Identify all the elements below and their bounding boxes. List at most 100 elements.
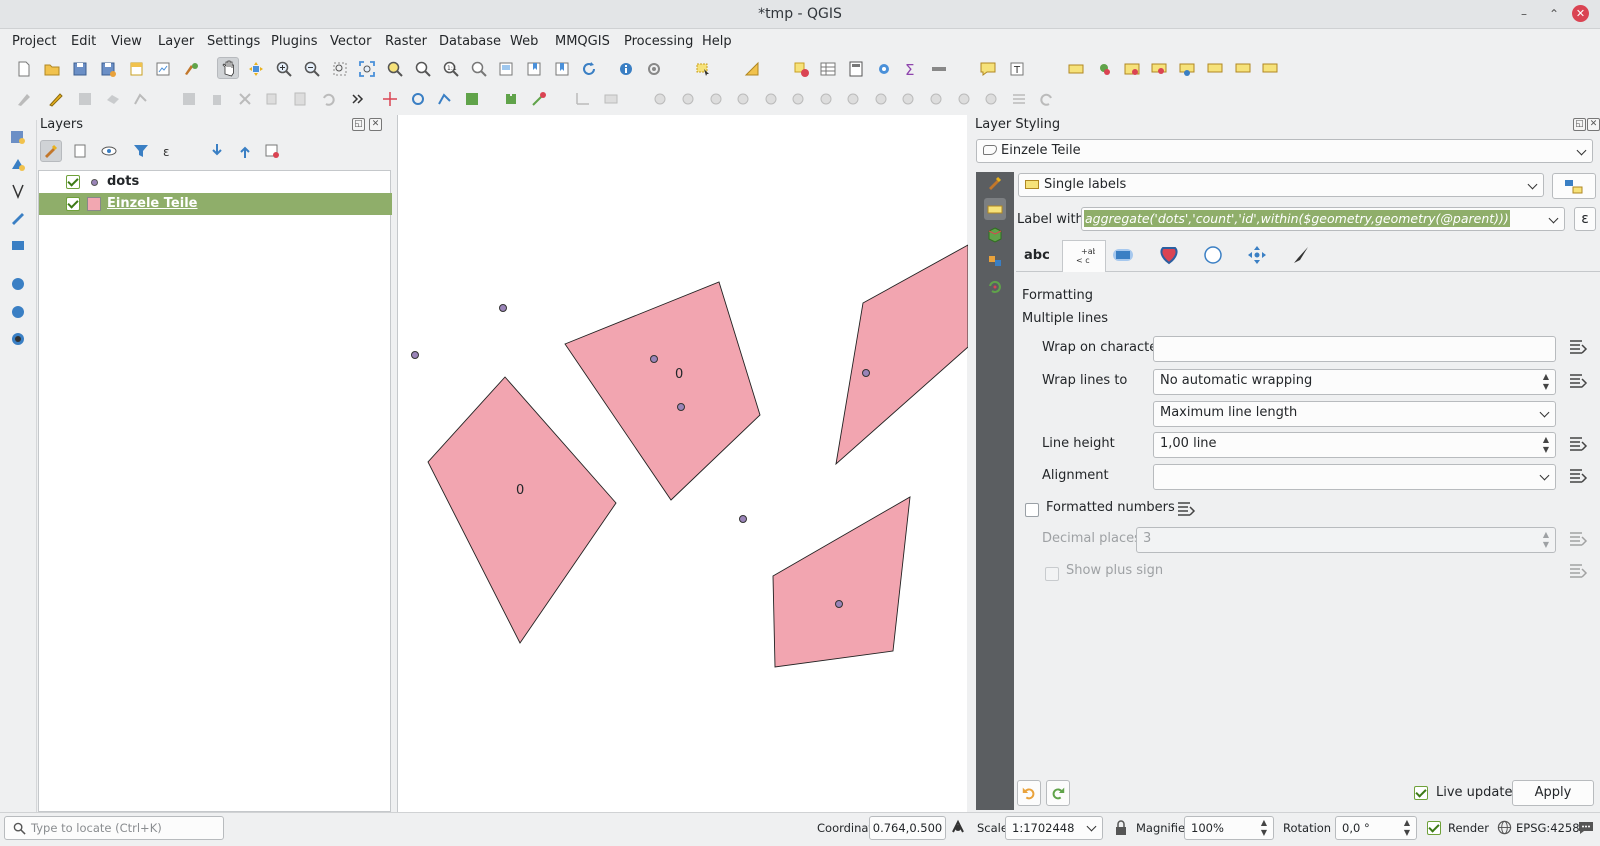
- processing-toolbox-icon[interactable]: [873, 58, 895, 80]
- new-project-icon[interactable]: [13, 58, 35, 80]
- cut-features-icon[interactable]: [234, 88, 256, 110]
- buffer-tab[interactable]: [1112, 245, 1134, 265]
- select-by-value-icon[interactable]: [741, 58, 763, 80]
- menu-database[interactable]: Database: [435, 29, 505, 54]
- scale-combo[interactable]: 1:1702448: [1005, 816, 1103, 840]
- add-group-icon[interactable]: [69, 140, 91, 162]
- new-map-view-icon[interactable]: [495, 58, 517, 80]
- merge-features-icon[interactable]: [705, 88, 727, 110]
- bookmark-icon[interactable]: [523, 58, 545, 80]
- locator-search-input[interactable]: Type to locate (Ctrl+K): [4, 816, 224, 840]
- magnifier-spinbox[interactable]: 100% ▲ ▼: [1184, 816, 1274, 840]
- layer-visibility-checkbox[interactable]: [66, 175, 80, 189]
- placement-tab[interactable]: [1290, 245, 1312, 265]
- plugin-tool-icon[interactable]: [528, 88, 550, 110]
- data-defined-override-button[interactable]: [1567, 372, 1589, 392]
- select-features-icon[interactable]: [692, 58, 714, 80]
- zoom-to-layer-icon[interactable]: [412, 58, 434, 80]
- data-defined-override-button[interactable]: [1567, 562, 1589, 582]
- spin-up-icon[interactable]: ▲: [1259, 818, 1269, 828]
- wcs-layer-icon[interactable]: [7, 328, 29, 350]
- plugin-puzzle-icon[interactable]: [500, 88, 522, 110]
- data-defined-override-button[interactable]: [1567, 338, 1589, 358]
- crs-button[interactable]: [1497, 820, 1512, 835]
- shadow-tab[interactable]: [1246, 245, 1268, 265]
- spin-down-icon[interactable]: ▼: [1259, 828, 1269, 838]
- background-tab[interactable]: [1202, 245, 1224, 265]
- mask-tab[interactable]: [1158, 245, 1180, 265]
- menu-layer[interactable]: Layer: [154, 29, 198, 54]
- remove-layer-icon[interactable]: [261, 140, 283, 162]
- symbology-tab-icon[interactable]: [984, 172, 1006, 194]
- pin-labels-icon[interactable]: [1093, 58, 1115, 80]
- save-as-icon[interactable]: [97, 58, 119, 80]
- 3d-view-tab-icon[interactable]: [984, 224, 1006, 246]
- measure-icon[interactable]: [928, 58, 950, 80]
- rotate-label-icon[interactable]: [1176, 58, 1198, 80]
- identify-icon[interactable]: [615, 58, 637, 80]
- menu-view[interactable]: View: [107, 29, 146, 54]
- formatted-numbers-checkbox[interactable]: [1025, 503, 1039, 517]
- advanced-digitizing-icon[interactable]: [379, 88, 401, 110]
- text-annotation-icon[interactable]: T: [1006, 58, 1028, 80]
- float-panel-icon[interactable]: ◱: [1573, 118, 1586, 131]
- spin-up-icon[interactable]: ▲: [1541, 530, 1551, 540]
- coordinate-field[interactable]: 0.764,0.500: [869, 816, 946, 840]
- rotate-point-icon[interactable]: [760, 88, 782, 110]
- zoom-rubberband-icon[interactable]: [329, 58, 351, 80]
- data-defined-override-button[interactable]: [1567, 435, 1589, 455]
- wrap-on-character-input[interactable]: [1153, 336, 1556, 362]
- undo-icon[interactable]: [317, 88, 339, 110]
- add-vector-icon[interactable]: [7, 153, 29, 175]
- zoom-out-icon[interactable]: [301, 58, 323, 80]
- label-expression-value[interactable]: aggregate('dots','count','id',within($ge…: [1084, 210, 1510, 227]
- wrap-length-mode-combo[interactable]: Maximum line length: [1153, 401, 1556, 427]
- masks-tab-icon[interactable]: [984, 250, 1006, 272]
- zoom-to-selection-icon[interactable]: [384, 58, 406, 80]
- expression-builder-button[interactable]: ε: [1574, 207, 1596, 231]
- crs-label[interactable]: EPSG:4258: [1516, 821, 1580, 835]
- live-update-checkbox[interactable]: [1414, 786, 1428, 800]
- show-plus-sign-checkbox[interactable]: [1045, 567, 1059, 581]
- spin-down-icon[interactable]: ▼: [1541, 382, 1551, 392]
- layer-select-combo[interactable]: Einzele Teile: [976, 139, 1593, 163]
- close-panel-icon[interactable]: ✕: [1587, 118, 1600, 131]
- run-action-icon[interactable]: [643, 58, 665, 80]
- undo-style-button[interactable]: [1017, 780, 1041, 806]
- menu-help[interactable]: Help: [698, 29, 736, 54]
- show-hide-labels-icon[interactable]: [1232, 58, 1254, 80]
- menu-vector[interactable]: Vector: [326, 29, 375, 54]
- close-window-button[interactable]: ✕: [1572, 5, 1589, 22]
- more-tools-icon[interactable]: [347, 88, 369, 110]
- wrap-lines-to-spinbox[interactable]: No automatic wrapping ▲ ▼: [1153, 369, 1556, 395]
- spin-down-icon[interactable]: ▼: [1541, 540, 1551, 550]
- map-canvas[interactable]: 0 0: [397, 115, 968, 812]
- expand-all-icon[interactable]: [206, 140, 228, 162]
- redo-style-button[interactable]: [1046, 780, 1070, 806]
- deselect-icon[interactable]: [790, 58, 812, 80]
- simplify-icon[interactable]: [787, 88, 809, 110]
- layer-row-einzele-teile[interactable]: Einzele Teile: [39, 193, 392, 215]
- zoom-in-icon[interactable]: [273, 58, 295, 80]
- current-edits-icon[interactable]: [13, 88, 35, 110]
- rule-based-labels-button[interactable]: [1552, 173, 1596, 199]
- formatting-tab[interactable]: +ab< c: [1062, 240, 1106, 272]
- minimize-button[interactable]: –: [1515, 5, 1533, 23]
- spin-up-icon[interactable]: ▲: [1402, 818, 1412, 828]
- delete-selected-icon[interactable]: [206, 88, 228, 110]
- statistics-icon[interactable]: Σ: [900, 58, 922, 80]
- apply-button[interactable]: Apply: [1512, 780, 1594, 806]
- add-database-icon[interactable]: [7, 234, 29, 256]
- snapping-icon[interactable]: [461, 88, 483, 110]
- offset-curve-icon[interactable]: [572, 88, 594, 110]
- add-part-icon[interactable]: [842, 88, 864, 110]
- change-label-icon[interactable]: [1204, 58, 1226, 80]
- data-defined-override-button[interactable]: [1175, 500, 1197, 520]
- attribute-table-icon[interactable]: [817, 58, 839, 80]
- line-height-spinbox[interactable]: 1,00 line ▲ ▼: [1153, 432, 1556, 458]
- lock-scale-button[interactable]: [1114, 820, 1128, 836]
- shape-tool-icon[interactable]: [407, 88, 429, 110]
- save-project-icon[interactable]: [69, 58, 91, 80]
- rotation-spinbox[interactable]: 0,0 ° ▲ ▼: [1335, 816, 1417, 840]
- zoom-full-icon[interactable]: [356, 58, 378, 80]
